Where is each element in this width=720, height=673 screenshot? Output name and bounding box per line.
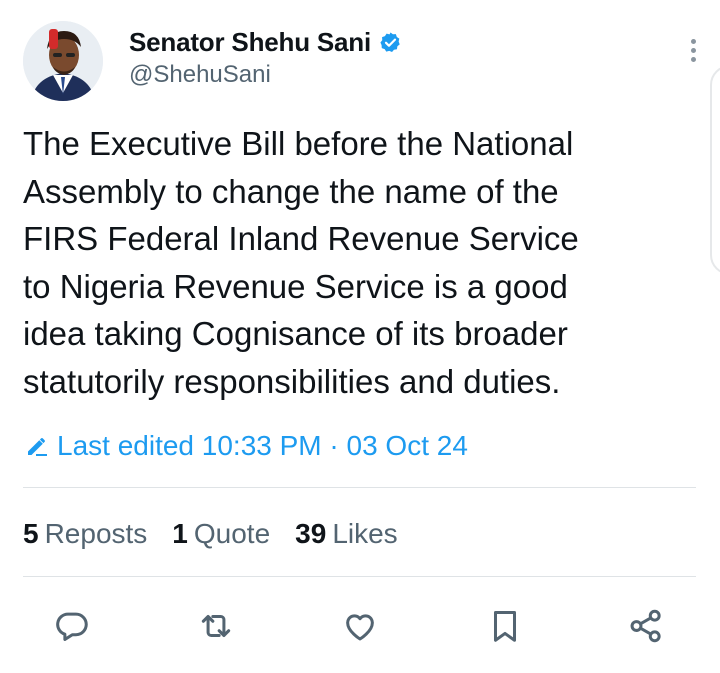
reposts-count: 5 [23,518,39,549]
likes-stat[interactable]: 39 Likes [295,518,398,550]
last-edited-text: Last edited 10:33 PM · 03 Oct 24 [57,430,468,461]
quotes-count: 1 [172,518,188,549]
divider [23,487,696,488]
tweet-text: The Executive Bill before the National A… [23,125,579,400]
display-name-row: Senator Shehu Sani [129,27,402,57]
side-panel-edge [710,65,720,275]
share-icon [630,609,661,643]
reposts-stat[interactable]: 5 Reposts [23,518,147,550]
verified-badge-icon [380,31,400,52]
like-icon [346,614,374,641]
quotes-stat[interactable]: 1 Quote [172,518,270,550]
tweet-header: Senator Shehu Sani @ShehuSani [23,21,703,105]
author-names: Senator Shehu Sani @ShehuSani [129,27,402,89]
avatar[interactable] [23,21,103,101]
reply-button[interactable] [50,604,94,648]
quotes-label: Quote [193,518,271,549]
like-button[interactable] [338,604,382,648]
last-edited-link[interactable]: Last edited 10:33 PM · 03 Oct 24 [25,426,468,466]
reposts-label: Reposts [44,518,148,549]
tweet-detail-view: Senator Shehu Sani @ShehuSani The Execut… [0,0,720,673]
likes-count: 39 [295,518,327,549]
repost-icon [201,614,231,638]
divider [23,576,696,577]
engagement-stats: 5 Reposts 1 Quote 39 Likes [23,514,423,554]
avatar-photo [23,21,103,101]
bookmark-button[interactable] [483,604,527,648]
pencil-icon [28,438,47,456]
repost-button[interactable] [194,604,238,648]
reply-icon [56,612,88,641]
author-handle[interactable]: @ShehuSani [129,61,402,89]
display-name[interactable]: Senator Shehu Sani [129,27,371,58]
bookmark-icon [493,611,517,642]
likes-label: Likes [332,518,398,549]
share-button[interactable] [624,604,668,648]
action-bar [23,600,696,652]
more-options-icon[interactable] [683,35,703,67]
